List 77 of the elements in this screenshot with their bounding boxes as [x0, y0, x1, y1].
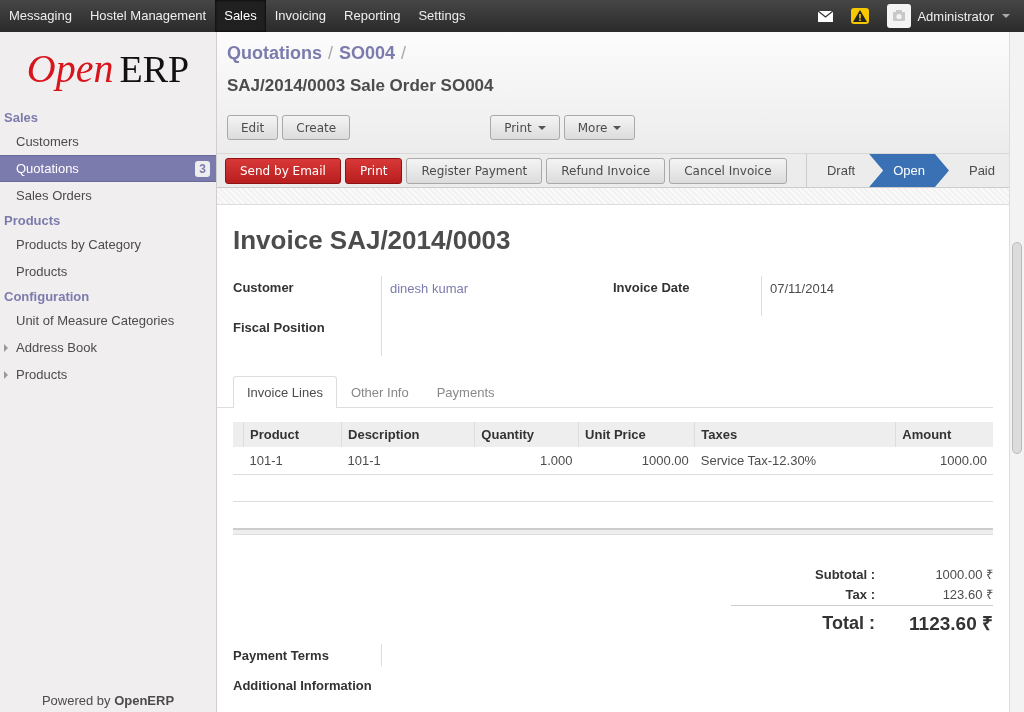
caret-icon [1002, 14, 1010, 18]
menu-item[interactable]: Invoicing [265, 0, 336, 32]
sidebar-item[interactable]: Products by Category [0, 231, 216, 258]
breadcrumb-separator: / [328, 43, 333, 64]
expand-arrow-icon[interactable] [4, 371, 8, 379]
scrollbar[interactable] [1009, 32, 1024, 712]
count-badge: 3 [195, 160, 210, 177]
tab[interactable]: Payments [422, 376, 509, 408]
column-header[interactable]: Product [243, 422, 342, 447]
status-step[interactable]: Paid [948, 154, 1009, 187]
invoice-title: Invoice SAJ/2014/0003 [233, 225, 512, 256]
menu-item[interactable]: Messaging [0, 0, 81, 32]
status-step[interactable]: Open [869, 154, 949, 187]
table-cell: 1000.00 [578, 447, 695, 475]
toolbar-button[interactable]: Create [282, 115, 351, 140]
toolbar-button[interactable]: More [563, 115, 636, 140]
sidebar-item[interactable]: Unit of Measure Categories [0, 307, 216, 334]
field-value: 07/11/2014 [770, 281, 835, 296]
field-label: Invoice Date [613, 279, 691, 297]
breadcrumb-separator: / [401, 43, 407, 64]
table-cell: 1000.00 [895, 447, 993, 475]
tab[interactable]: Other Info [336, 376, 423, 408]
sidebar-item[interactable]: Address Book [0, 334, 216, 361]
warning-icon[interactable] [851, 8, 870, 24]
total-line-value: 1000.00 ₹ [934, 566, 993, 583]
toolbar-button[interactable]: Edit [227, 115, 279, 140]
total-line-label: Tax : [845, 587, 875, 602]
caret-icon [613, 125, 622, 130]
field-label: Fiscal Position [233, 319, 326, 337]
total-line-label: Subtotal : [815, 567, 875, 582]
table-cell: 101-1 [243, 447, 342, 475]
logo: Open ERP [26, 47, 190, 91]
sidebar-item[interactable]: Products [0, 361, 216, 388]
menu-item[interactable]: Reporting [335, 0, 410, 32]
menu-item[interactable]: Hostel Management [80, 0, 216, 32]
scrollbar-thumb[interactable] [1012, 242, 1022, 454]
breadcrumb-link[interactable]: SO004 [339, 43, 396, 64]
action-button[interactable]: Refund Invoice [546, 157, 666, 184]
column-header[interactable]: Description [341, 422, 475, 447]
sidebar-item[interactable]: Customers [0, 128, 216, 155]
sidebar-item[interactable]: Sales Orders [0, 182, 216, 209]
sidebar-item[interactable]: Products [0, 258, 216, 285]
column-header[interactable]: Amount [895, 422, 993, 447]
section-heading: Products [3, 212, 62, 230]
action-button[interactable]: Cancel Invoice [669, 157, 787, 184]
page-title: SAJ/2014/0003 Sale Order SO004 [227, 76, 495, 96]
sidebar-item[interactable]: Quotations 3 [0, 155, 216, 182]
column-header[interactable]: Quantity [474, 422, 579, 447]
table-cell: Service Tax-12.30% [694, 447, 896, 475]
camera-icon[interactable] [887, 4, 912, 28]
action-button[interactable]: Send by Email [225, 157, 341, 184]
table-cell: 1.000 [474, 447, 579, 475]
total-label: Total : [822, 612, 875, 634]
breadcrumb-link[interactable]: Quotations [227, 43, 322, 64]
menu-item[interactable]: Settings [409, 0, 475, 32]
action-button[interactable]: Print [344, 157, 403, 184]
user-menu[interactable]: Administrator [917, 8, 1010, 24]
powered-by-text: Powered by OpenERP [40, 693, 176, 710]
field-label: Payment Terms [233, 647, 330, 663]
total-value: 1123.60 ₹ [908, 612, 993, 636]
column-header[interactable]: Taxes [694, 422, 896, 447]
table-cell: 101-1 [341, 447, 475, 475]
expand-arrow-icon[interactable] [4, 344, 8, 352]
column-header[interactable]: Unit Price [578, 422, 695, 447]
menu-item[interactable]: Sales [215, 0, 266, 32]
action-button[interactable]: Register Payment [406, 157, 543, 184]
section-heading: Sales [3, 109, 39, 127]
field-label: Additional Information [233, 677, 373, 693]
total-line-value: 123.60 ₹ [941, 586, 993, 603]
caret-icon [537, 125, 546, 130]
field-label: Customer [233, 279, 295, 297]
tab[interactable]: Invoice Lines [233, 376, 337, 408]
section-heading: Configuration [3, 288, 91, 306]
status-step[interactable]: Draft [807, 154, 870, 187]
toolbar-button[interactable]: Print [490, 115, 560, 140]
customer-link[interactable]: dinesh kumar [390, 281, 469, 296]
envelope-icon[interactable] [818, 10, 834, 22]
